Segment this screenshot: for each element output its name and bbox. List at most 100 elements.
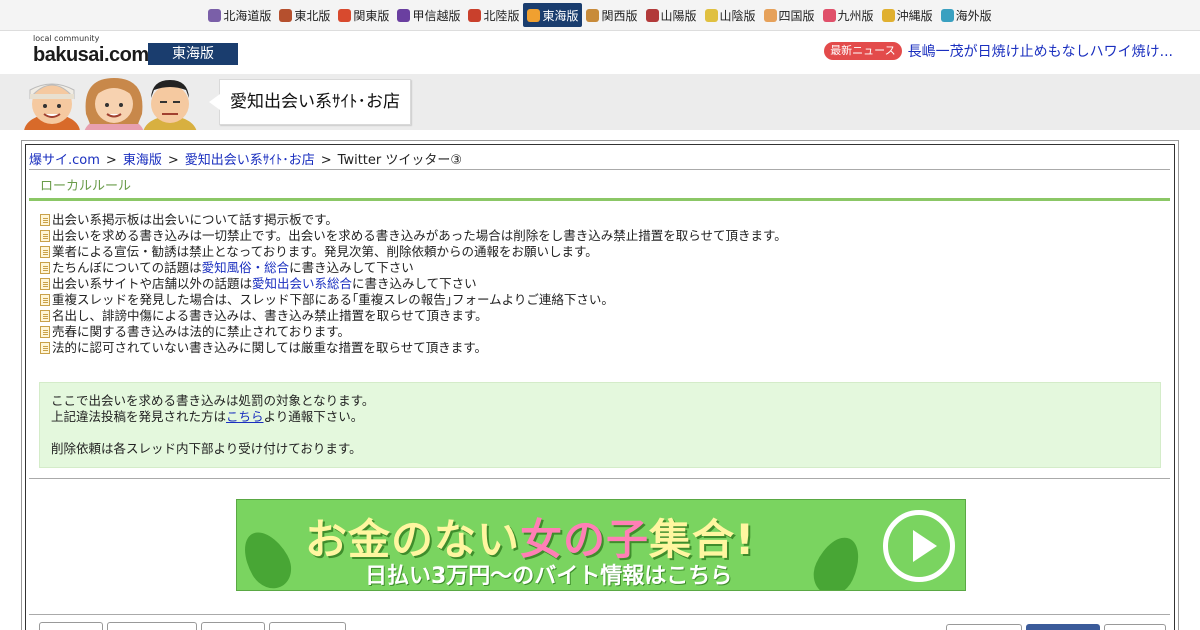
edition-label: 東海版 — [148, 43, 238, 65]
shisa-icon — [881, 8, 895, 22]
region-nav-item[interactable]: 北海道版 — [204, 3, 275, 27]
site-logo[interactable]: local community bakusai.com — [33, 34, 149, 70]
document-icon — [40, 214, 50, 226]
rule-board-link[interactable]: 愛知風俗・総合 — [202, 260, 290, 276]
region-nav-label: 九州版 — [837, 8, 874, 23]
ad-banner[interactable]: お金のない女の子集合! 日払い3万円〜のバイト情報はこちら — [236, 499, 966, 591]
document-icon — [40, 246, 50, 258]
region-nav-label: 沖縄版 — [896, 8, 933, 23]
news-badge: 最新ニュース — [824, 42, 902, 60]
breadcrumb-current: Twitter ツイッター③ — [337, 153, 463, 168]
local-rule-item: 名出し、誹謗中傷による書き込みは、書き込み禁止措置を取らせて頂きます。 — [40, 308, 787, 324]
region-nav-item[interactable]: 沖縄版 — [878, 3, 937, 27]
region-nav-item[interactable]: 甲信越版 — [393, 3, 464, 27]
news-headline-link[interactable]: 長嶋一茂が日焼け止めもなしハワイ焼け... — [908, 41, 1173, 61]
grape-icon — [397, 8, 411, 22]
local-rule-item: たちんぼについての話題は 愛知風俗・総合 に書き込みして下さい — [40, 260, 787, 276]
region-nav-item[interactable]: 関西版 — [582, 3, 641, 27]
breadcrumb-home-link[interactable]: 爆サイ.com — [29, 153, 100, 168]
region-nav-label: 甲信越版 — [412, 8, 461, 23]
logo-tagline: local community — [33, 34, 100, 43]
rule-text: 重複スレッドを発見した場合は、スレッド下部にある｢重複スレの報告｣フォームよりご… — [52, 292, 614, 307]
rule-text: 出会い系サイトや店舗以外の話題は — [52, 276, 253, 291]
thread-tab[interactable] — [201, 622, 265, 630]
rule-text: に書き込みして下さい — [289, 260, 414, 275]
fish-icon — [822, 8, 836, 22]
moon-icon — [704, 8, 718, 22]
region-nav-item[interactable]: 東北版 — [275, 3, 334, 27]
rule-text: 法的に認可されていない書き込みに関しては厳重な措置を取らせて頂きます。 — [52, 340, 488, 355]
breadcrumb: 爆サイ.com > 東海版 > 愛知出会い系ｻｲﾄ･お店 > Twitter ツイッター③ — [29, 149, 462, 168]
divider — [29, 478, 1170, 479]
notice-spacer — [51, 425, 1149, 441]
region-nav-label: 山陰版 — [719, 8, 756, 23]
local-rule-heading: ローカルルール — [40, 179, 132, 194]
news-ticker[interactable]: 最新ニュース 長嶋一茂が日焼け止めもなしハワイ焼け... — [824, 41, 1173, 61]
thread-tab[interactable] — [269, 622, 346, 630]
share-tabs — [946, 624, 1166, 630]
udon-icon — [763, 8, 777, 22]
warning-notice: ここで出会いを求める書き込みは処罰の対象となります。 上記違法投稿を発見された方… — [39, 382, 1161, 468]
divider — [29, 169, 1170, 170]
rule-text: 売春に関する書き込みは法的に禁止されております。 — [52, 324, 351, 339]
region-nav-label: 東海版 — [542, 8, 579, 23]
castle-icon — [645, 8, 659, 22]
breadcrumb-board-link[interactable]: 愛知出会い系ｻｲﾄ･お店 — [185, 153, 315, 168]
ad-headline-part: 女の子 — [520, 515, 650, 564]
notice-text: 上記違法投稿を発見された方は — [51, 409, 227, 424]
region-nav-label: 北陸版 — [483, 8, 520, 23]
region-nav-item[interactable]: 九州版 — [819, 3, 878, 27]
rule-board-link[interactable]: 愛知出会い系総合 — [252, 276, 352, 292]
document-icon — [40, 262, 50, 274]
notice-line: 上記違法投稿を発見された方はこちらより通報下さい。 — [51, 409, 1149, 425]
rule-text: に書き込みして下さい — [352, 276, 477, 291]
region-nav-item[interactable]: 四国版 — [760, 3, 819, 27]
region-nav-label: 東北版 — [294, 8, 331, 23]
mascot-faces-icon — [24, 78, 197, 130]
thread-tab[interactable] — [107, 622, 197, 630]
local-rule-item: 出会い系サイトや店舗以外の話題は 愛知出会い系総合 に書き込みして下さい — [40, 276, 787, 292]
document-icon — [40, 230, 50, 242]
rule-text: 出会い系掲示板は出会いについて話す掲示板です。 — [52, 212, 338, 227]
region-nav-label: 山陽版 — [660, 8, 697, 23]
document-icon — [40, 294, 50, 306]
divider — [29, 614, 1170, 615]
thread-tab[interactable] — [39, 622, 103, 630]
board-title: 愛知出会い系ｻｲﾄ･お店 — [209, 79, 411, 125]
takoyaki-icon — [586, 8, 600, 22]
share-tab[interactable] — [1026, 624, 1100, 630]
ad-subline: 日払い3万円〜のバイト情報はこちら — [365, 564, 733, 589]
thread-tabs — [39, 622, 346, 630]
ad-headline-part: お金のない — [305, 515, 521, 564]
region-nav-item[interactable]: 北陸版 — [464, 3, 523, 27]
tohoku-icon — [279, 8, 293, 22]
region-nav-label: 北海道版 — [223, 8, 272, 23]
ad-headline-part: 集合! — [649, 515, 756, 564]
document-icon — [40, 310, 50, 322]
region-nav-item[interactable]: 山陽版 — [642, 3, 701, 27]
document-icon — [40, 342, 50, 354]
region-nav-item[interactable]: 東海版 — [523, 3, 583, 27]
local-rule-list: 出会い系掲示板は出会いについて話す掲示板です。 出会いを求める書き込みは一切禁止で… — [40, 212, 787, 356]
region-nav-label: 四国版 — [778, 8, 815, 23]
rule-text: 業者による宣伝・勧誘は禁止となっております。発見次第、削除依頼からの通報をお願い… — [52, 244, 598, 259]
region-nav-label: 関西版 — [601, 8, 638, 23]
region-nav-item[interactable]: 山陰版 — [701, 3, 760, 27]
wave-icon — [527, 8, 541, 22]
region-nav-item[interactable]: 関東版 — [334, 3, 393, 27]
local-rule-item: 法的に認可されていない書き込みに関しては厳重な措置を取らせて頂きます。 — [40, 340, 787, 356]
logo-wordmark: bakusai.com — [33, 44, 149, 66]
region-nav-item[interactable]: 海外版 — [937, 3, 996, 27]
hokkaido-icon — [208, 8, 222, 22]
share-tab[interactable] — [1104, 624, 1166, 630]
play-icon[interactable] — [883, 510, 955, 582]
local-rule-item: 重複スレッドを発見した場合は、スレッド下部にある｢重複スレの報告｣フォームよりご… — [40, 292, 787, 308]
document-icon — [40, 326, 50, 338]
notice-line: 削除依頼は各スレッド内下部より受け付けております。 — [51, 441, 362, 456]
local-rule-item: 出会いを求める書き込みは一切禁止です。出会いを求める書き込みがあった場合は削除を… — [40, 228, 787, 244]
breadcrumb-edition-link[interactable]: 東海版 — [123, 153, 162, 168]
document-icon — [40, 278, 50, 290]
share-tab[interactable] — [946, 624, 1022, 630]
tower-icon — [338, 8, 352, 22]
report-link[interactable]: こちら — [226, 409, 264, 424]
